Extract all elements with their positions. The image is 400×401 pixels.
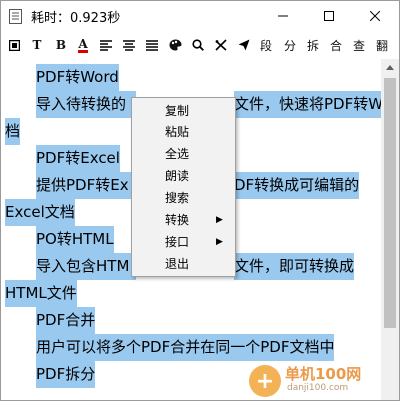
chevron-up-icon <box>386 65 394 70</box>
content-line: PDF合并 <box>36 307 96 334</box>
separate-button[interactable]: 拆 <box>303 33 323 57</box>
cut-button[interactable] <box>211 33 231 57</box>
menu-item-label: 接口 <box>165 235 190 249</box>
content-line: PDF转Word <box>36 64 119 91</box>
send-button[interactable] <box>234 33 254 57</box>
close-icon <box>370 11 380 21</box>
content-line: PO转HTML <box>36 226 114 253</box>
content-line: HTML文件 <box>5 280 77 307</box>
document-icon <box>9 9 22 24</box>
merge-button[interactable]: 合 <box>326 33 346 57</box>
menu-item-copy[interactable]: 复制 <box>132 101 235 121</box>
toolbar: T B A 段 分 拆 合 查 翻 <box>1 33 399 57</box>
search-icon <box>192 39 204 51</box>
content-line: DF转换成可编辑的 <box>234 172 360 199</box>
stop-button[interactable] <box>4 33 24 57</box>
text-button[interactable]: T <box>27 33 47 57</box>
menu-item-interface[interactable]: 接口 ▶ <box>132 232 235 252</box>
menu-item-select-all[interactable]: 全选 <box>132 144 235 164</box>
content-line: 导入包含HTM <box>36 253 136 280</box>
content-line: 导入待转换的 <box>36 91 136 118</box>
menu-item-label: 搜索 <box>165 191 190 205</box>
menu-item-label: 粘贴 <box>165 125 190 139</box>
font-color-button[interactable]: A <box>73 33 93 57</box>
translate-button[interactable]: 翻 <box>372 33 392 57</box>
stop-icon <box>8 39 20 51</box>
align-center-button[interactable] <box>119 33 139 57</box>
watermark-logo-icon: + <box>249 365 281 397</box>
content-fragment: 文件，即可转换成 <box>234 257 355 275</box>
menu-item-convert[interactable]: 转换 ▶ <box>132 210 235 230</box>
content-fragment: 文件，快速将PDF转Word文 <box>234 95 381 113</box>
search-button[interactable] <box>188 33 208 57</box>
title-bar: 耗时：0.923秒 <box>1 1 399 31</box>
minimize-icon <box>278 15 288 17</box>
menu-item-label: 退出 <box>165 257 190 271</box>
minimize-button[interactable] <box>260 1 306 31</box>
submenu-arrow-icon: ▶ <box>216 215 223 225</box>
content-line: 用户可以将多个PDF合并在同一个PDF文档中 <box>36 334 335 361</box>
maximize-icon <box>324 11 334 21</box>
watermark: + 单机100网 danji100.com <box>249 359 399 399</box>
app-window: 耗时：0.923秒 T B A 段 分 拆 合 查 翻 PDF转Word 导入待… <box>0 0 400 401</box>
content-line: Excel文档 <box>5 199 75 226</box>
content-line: PDF拆分 <box>36 361 96 388</box>
context-menu: 复制 粘贴 全选 朗读 搜索 转换 ▶ 接口 ▶ 退出 <box>131 97 236 277</box>
content-line: PDF转Excel <box>36 145 120 172</box>
menu-item-paste[interactable]: 粘贴 <box>132 122 235 142</box>
align-justify-button[interactable] <box>142 33 162 57</box>
align-center-icon <box>123 39 135 51</box>
content-line: 提供PDF转Ex <box>36 172 136 199</box>
scroll-up-button[interactable] <box>381 59 399 76</box>
watermark-brand: 单机100网 <box>285 365 362 383</box>
paragraph-button[interactable]: 段 <box>256 33 276 57</box>
bold-button[interactable]: B <box>51 33 71 57</box>
align-left-button[interactable] <box>96 33 116 57</box>
content-line: 文件，即可转换成 <box>234 253 355 280</box>
menu-item-search[interactable]: 搜索 <box>132 188 235 208</box>
cut-icon <box>215 39 227 51</box>
vertical-scrollbar[interactable] <box>381 59 399 400</box>
align-left-icon <box>100 39 112 51</box>
watermark-url: danji100.com <box>287 383 349 393</box>
window-title: 耗时：0.923秒 <box>31 11 121 26</box>
menu-item-exit[interactable]: 退出 <box>132 254 235 274</box>
content-line: 文件，快速将PDF转Word文 <box>234 91 381 118</box>
content-line: 档 <box>5 118 21 145</box>
menu-item-label: 转换 <box>165 213 190 227</box>
submenu-arrow-icon: ▶ <box>216 237 223 247</box>
maximize-button[interactable] <box>306 1 352 31</box>
menu-item-label: 全选 <box>165 147 190 161</box>
palette-icon <box>169 39 181 51</box>
menu-item-label: 朗读 <box>165 169 190 183</box>
align-right-icon <box>146 39 158 51</box>
send-icon <box>238 39 250 51</box>
menu-item-read-aloud[interactable]: 朗读 <box>132 166 235 186</box>
text-icon: T <box>32 38 42 52</box>
font-color-icon: A <box>78 36 88 53</box>
menu-item-label: 复制 <box>165 104 190 118</box>
scroll-thumb[interactable] <box>384 78 396 328</box>
close-button[interactable] <box>352 1 398 31</box>
lookup-button[interactable]: 查 <box>349 33 369 57</box>
bold-icon: B <box>55 38 67 52</box>
split-button[interactable]: 分 <box>280 33 300 57</box>
palette-button[interactable] <box>165 33 185 57</box>
content-fragment: DF转换成可编辑的 <box>234 176 360 194</box>
